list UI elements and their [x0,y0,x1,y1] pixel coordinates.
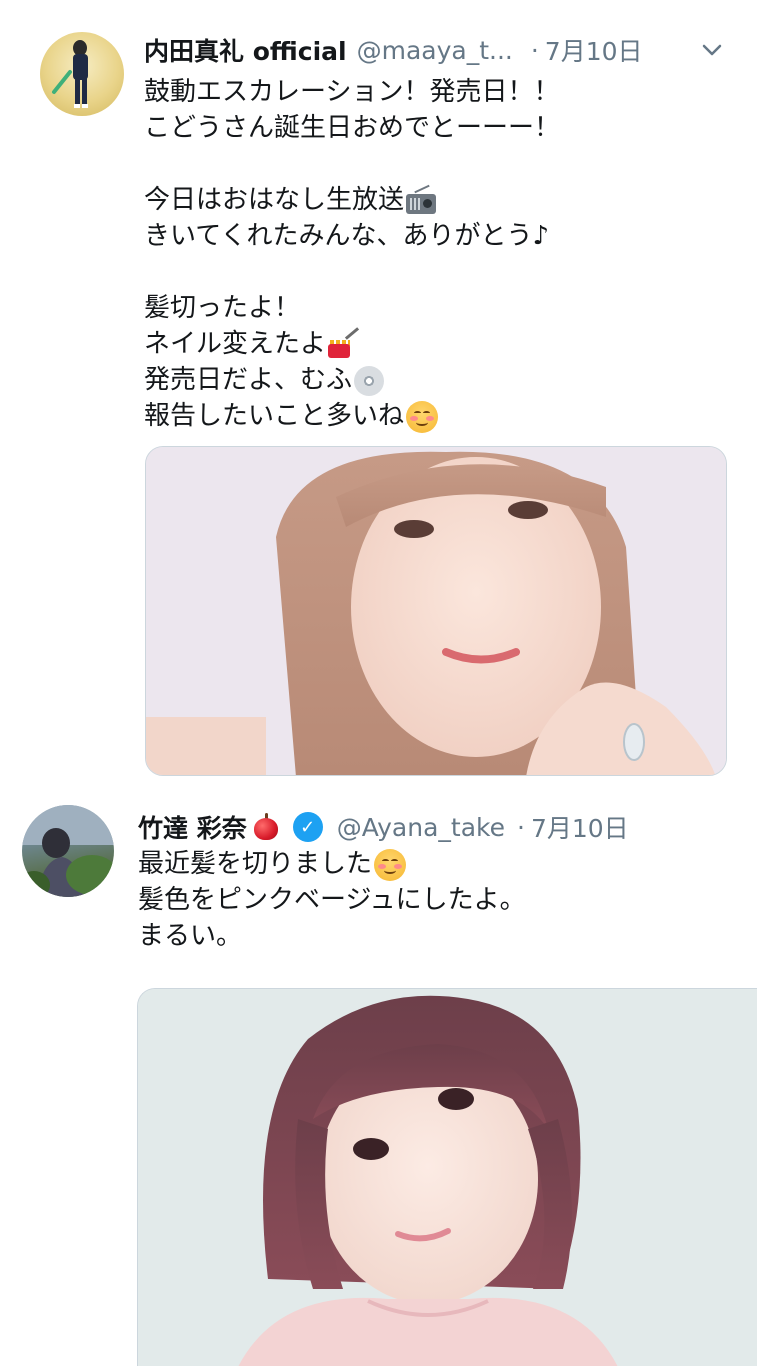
tweet-line: 今日はおはなし生放送 [144,185,405,215]
user-handle[interactable]: @Ayana_take [337,813,505,842]
radio-emoji-icon [406,184,437,214]
tweet-line: 報告したいこと多いね [144,401,405,431]
tweet-line: 鼓動エスカレーション！発売日！！ [144,77,560,107]
tweet[interactable]: 内田真礼 official @maaya_t... · 7月10日 鼓動エスカレ… [0,0,768,790]
tweet-media-image[interactable] [145,446,727,776]
avatar-photo [22,805,114,897]
tweet-line: 最近髪を切りました [138,849,373,879]
tweet-line: こどうさん誕生日おめでとーーー！ [144,113,561,143]
nail-polish-emoji-icon [326,326,360,360]
tweet-line: ネイル変えたよ [144,329,327,359]
tweet-text: 最近髪を切りました 髪色をピンクベージュにしたよ。 まるい。 [138,846,526,954]
tweet-line: まるい。 [138,921,243,951]
tweet-text: 鼓動エスカレーション！発売日！！ こどうさん誕生日おめでとーーー！ 今日はおはな… [144,74,560,434]
tweet-media-image[interactable] [137,988,757,1366]
avatar[interactable] [40,32,124,116]
tweet-date[interactable]: 7月10日 [531,809,629,845]
separator-dot: · [530,35,539,65]
avatar[interactable] [22,805,114,897]
tweet-header: 竹達 彩奈 ✓ @Ayana_take · 7月10日 [138,806,629,848]
chevron-down-icon[interactable] [700,38,724,62]
smiling-face-emoji-icon [374,848,407,881]
tweet-line: 髪切ったよ！ [144,293,301,323]
tweet-line: きいてくれたみんな、ありがとう♪ [144,221,550,251]
selfie-photo [138,989,757,1366]
tweet-header: 内田真礼 official @maaya_t... · 7月10日 [144,30,643,70]
display-name[interactable]: 竹達 彩奈 [138,809,247,845]
red-apple-emoji-icon [253,813,279,841]
smiling-face-emoji-icon [406,400,439,433]
avatar-photo [52,40,88,108]
dvd-emoji-icon [354,365,385,396]
display-name[interactable]: 内田真礼 official [144,32,347,68]
tweet-date[interactable]: 7月10日 [545,32,643,68]
tweet-line: 髪色をピンクベージュにしたよ。 [138,885,526,915]
separator-dot: · [517,812,525,842]
selfie-photo [146,447,726,775]
tweet-line: 発売日だよ、むふ [144,365,353,395]
user-handle[interactable]: @maaya_t... [357,36,513,65]
verified-badge-icon: ✓ [292,812,323,842]
tweet[interactable]: 竹達 彩奈 ✓ @Ayana_take · 7月10日 最近髪を切りました 髪色… [0,790,768,1366]
